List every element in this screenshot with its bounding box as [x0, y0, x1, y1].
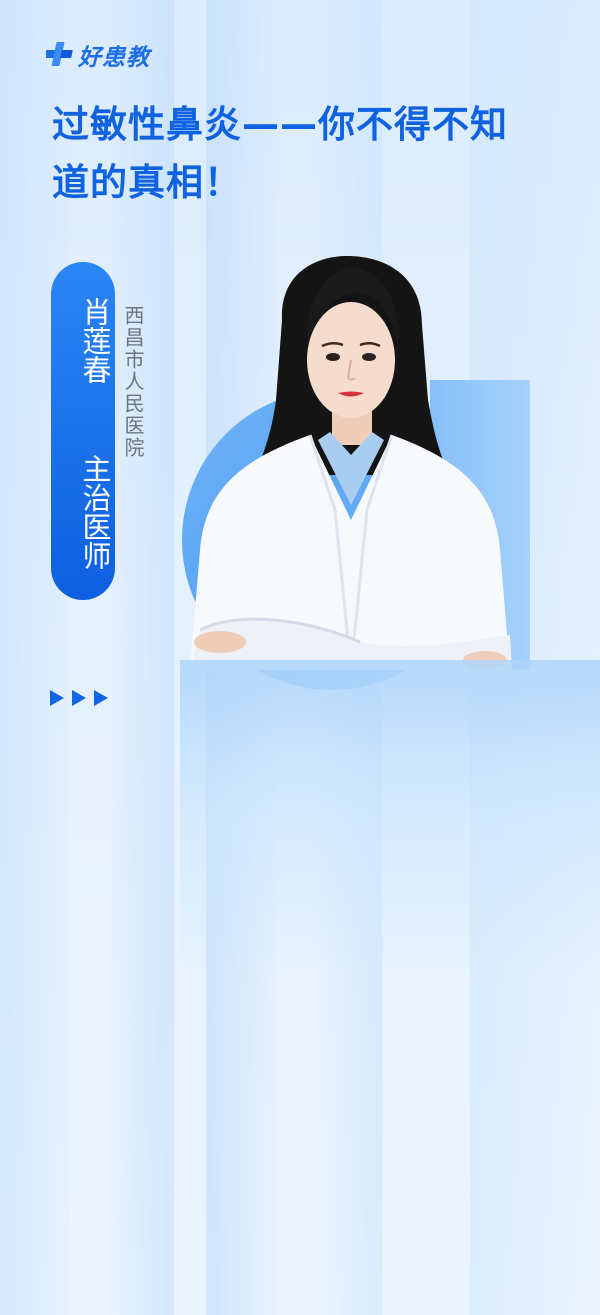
title-line-2: 道的真相！: [52, 161, 242, 204]
play-arrow-icon: [72, 690, 86, 706]
doctor-portrait-illustration: [190, 255, 512, 671]
medical-cross-logo-icon: [46, 42, 73, 66]
poster: 好患教 过敏性鼻炎——你不得不知 道的真相！ 肖莲春 主治医师 西昌市人民医院: [0, 0, 600, 1315]
fade-overlay: [180, 660, 600, 980]
hospital-name: 西昌市人民医院: [121, 305, 145, 459]
title-line-1: 过敏性鼻炎——你不得不知: [52, 103, 508, 146]
doctor-name: 肖莲春: [78, 296, 112, 384]
brand-logo: 好患教: [46, 38, 150, 72]
triple-play-arrows-icon: [50, 690, 108, 706]
doctor-name-badge: 肖莲春 主治医师: [51, 262, 115, 600]
doctor-role: 主治医师: [78, 454, 112, 570]
page-title: 过敏性鼻炎——你不得不知 道的真相！: [52, 96, 572, 212]
play-arrow-icon: [50, 690, 64, 706]
play-arrow-icon: [94, 690, 108, 706]
brand-name: 好患教: [78, 45, 150, 71]
